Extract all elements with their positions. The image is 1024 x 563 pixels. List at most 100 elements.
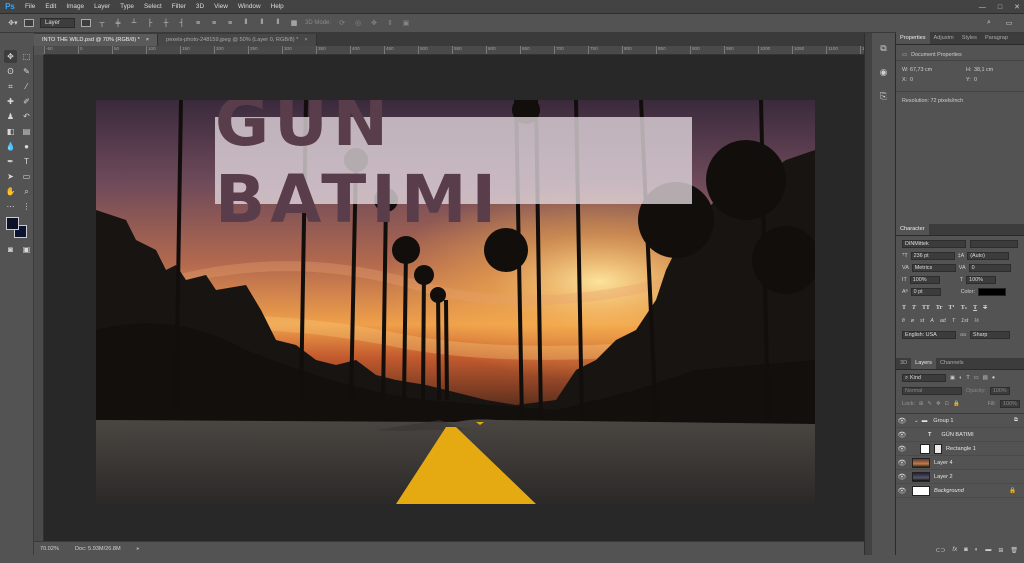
opacity-field[interactable]: 100% <box>989 387 1010 395</box>
document-canvas[interactable]: GÜN BATIMI <box>96 100 815 504</box>
subscript-button[interactable]: T₁ <box>961 305 967 311</box>
tab-properties[interactable]: Properties <box>896 32 930 44</box>
stylistic-alternates-button[interactable]: ad <box>940 318 946 324</box>
tab-paragraph[interactable]: Paragrap <box>981 32 1012 44</box>
color-panel-icon[interactable]: ◉ <box>877 65 891 79</box>
fractions-button[interactable]: ½ <box>974 318 979 324</box>
layer-row-group-1[interactable]: 👁 ⌄ ▬ Group 1 ⧉ <box>896 414 1024 428</box>
distribute-top-icon[interactable]: ≡ <box>193 18 203 28</box>
distribute-right-icon[interactable]: ⫴ <box>273 18 283 28</box>
auto-select-checkbox[interactable] <box>24 19 34 27</box>
menu-select[interactable]: Select <box>139 3 167 10</box>
visibility-eye-icon[interactable]: 👁 <box>896 445 908 453</box>
blur-tool-icon[interactable]: 💧 <box>4 140 17 153</box>
align-top-icon[interactable]: ┬ <box>97 18 107 28</box>
workspace-switcher-icon[interactable]: ▭ <box>1004 18 1014 28</box>
y-value[interactable]: 0 <box>974 77 977 83</box>
3d-slide-icon[interactable]: ⇕ <box>385 18 395 28</box>
new-layer-icon[interactable]: ⊞ <box>998 547 1003 554</box>
menu-type[interactable]: Type <box>115 3 139 10</box>
filter-shape-icon[interactable]: ▭ <box>974 375 979 381</box>
group-expand-icon[interactable]: ⌄ <box>914 418 919 424</box>
move-tool-preset-icon[interactable]: ✥▾ <box>8 18 18 28</box>
lasso-tool-icon[interactable]: ʘ <box>4 65 17 78</box>
filter-toggle-icon[interactable]: ● <box>992 375 995 381</box>
clone-source-icon[interactable]: ⎘ <box>877 89 891 103</box>
menu-layer[interactable]: Layer <box>89 3 115 10</box>
menu-image[interactable]: Image <box>61 3 89 10</box>
brush-tool-icon[interactable]: ✐ <box>20 95 33 108</box>
minimize-button[interactable]: — <box>979 4 986 11</box>
horizontal-ruler[interactable]: -50 0 50 100 150 200 250 300 350 400 450 500 550 600 6… <box>44 46 864 55</box>
close-tab-icon[interactable]: × <box>146 37 149 43</box>
3d-scale-icon[interactable]: ▣ <box>401 18 411 28</box>
tab-character[interactable]: Character <box>896 223 929 235</box>
clone-stamp-icon[interactable]: ♟ <box>4 110 17 123</box>
text-color-swatch[interactable] <box>977 288 1006 296</box>
filter-pixel-icon[interactable]: ▣ <box>950 375 955 381</box>
align-left-icon[interactable]: ├ <box>145 18 155 28</box>
menu-filter[interactable]: Filter <box>167 3 191 10</box>
width-value[interactable]: 67,73 cm <box>910 67 966 73</box>
menu-3d[interactable]: 3D <box>191 3 209 10</box>
folder-icon[interactable]: ▬ <box>985 547 991 553</box>
kerning-field[interactable]: Metrics <box>911 264 956 272</box>
zoom-level[interactable]: 70.02% <box>40 546 59 552</box>
baseline-shift-field[interactable]: 0 pt <box>910 288 941 296</box>
healing-brush-icon[interactable]: ✚ <box>4 95 17 108</box>
show-transform-checkbox[interactable] <box>81 19 92 27</box>
all-caps-button[interactable]: TT <box>922 305 930 311</box>
antialias-select[interactable]: Sharp <box>970 331 1010 339</box>
3d-rotate-icon[interactable]: ⟳ <box>337 18 347 28</box>
maximize-button[interactable]: □ <box>998 4 1002 11</box>
fill-field[interactable]: 100% <box>1000 400 1020 408</box>
more-tools-icon[interactable]: ⋯ <box>4 200 17 213</box>
3d-roll-icon[interactable]: ◎ <box>353 18 363 28</box>
foreground-color-swatch[interactable] <box>6 217 19 230</box>
lock-pixels-icon[interactable]: ✎ <box>927 401 932 407</box>
font-style-select[interactable] <box>970 240 1018 248</box>
dodge-tool-icon[interactable]: ● <box>20 140 33 153</box>
tab-adjustments[interactable]: Adjustm <box>930 32 958 44</box>
quick-mask-icon[interactable]: ◙ <box>4 243 17 256</box>
tab-styles[interactable]: Styles <box>958 32 981 44</box>
swash-button[interactable]: A <box>930 318 934 324</box>
ligatures-button[interactable]: fi <box>902 318 905 324</box>
align-right-icon[interactable]: ┤ <box>177 18 187 28</box>
tab-layers[interactable]: Layers <box>911 357 936 369</box>
distribute-vcenter-icon[interactable]: ≡ <box>209 18 219 28</box>
layer-row-rectangle-1[interactable]: 👁 Rectangle 1 <box>896 442 1024 456</box>
distribute-bottom-icon[interactable]: ≡ <box>225 18 235 28</box>
zoom-tool-icon[interactable]: ⌕ <box>20 185 33 198</box>
faux-italic-button[interactable]: T <box>912 305 916 311</box>
align-hcenter-icon[interactable]: ┼ <box>161 18 171 28</box>
x-value[interactable]: 0 <box>910 77 966 83</box>
visibility-eye-icon[interactable]: 👁 <box>896 487 908 495</box>
tab-channels[interactable]: Channels <box>936 357 968 369</box>
mask-icon[interactable]: ◙ <box>964 547 968 553</box>
filter-smart-icon[interactable]: ▤ <box>983 375 988 381</box>
faux-bold-button[interactable]: T <box>902 305 906 311</box>
visibility-eye-icon[interactable]: 👁 <box>896 431 908 439</box>
old-style-button[interactable]: ø <box>911 318 914 324</box>
screen-mode-icon[interactable]: ▣ <box>20 243 33 256</box>
filter-adjustment-icon[interactable]: ◐ <box>959 375 962 381</box>
fx-icon[interactable]: fx <box>952 547 957 553</box>
layer-row-layer-2[interactable]: 👁 Layer 2 <box>896 470 1024 484</box>
filter-type-icon[interactable]: T <box>966 375 969 381</box>
language-select[interactable]: English: USA <box>902 331 956 339</box>
layer-row-layer-4[interactable]: 👁 Layer 4 <box>896 456 1024 470</box>
eyedropper-tool-icon[interactable]: ⁄ <box>20 80 33 93</box>
distribute-left-icon[interactable]: ⫴ <box>241 18 251 28</box>
gradient-tool-icon[interactable]: ▤ <box>20 125 33 138</box>
pen-tool-icon[interactable]: ✒ <box>4 155 17 168</box>
tab-pexels-photo[interactable]: pexels-photo-248159.jpeg @ 50% (Layer 0,… <box>158 34 317 46</box>
edit-toolbar-icon[interactable]: ⋮ <box>20 200 33 213</box>
font-size-field[interactable]: 236 pt <box>910 252 955 260</box>
close-tab-icon[interactable]: × <box>304 37 307 43</box>
ordinals-button[interactable]: 1st <box>961 318 968 324</box>
leading-field[interactable]: (Auto) <box>967 252 1010 260</box>
distribute-hcenter-icon[interactable]: ⫴ <box>257 18 267 28</box>
close-button[interactable]: ✕ <box>1014 3 1020 11</box>
small-caps-button[interactable]: Tr <box>936 305 942 311</box>
